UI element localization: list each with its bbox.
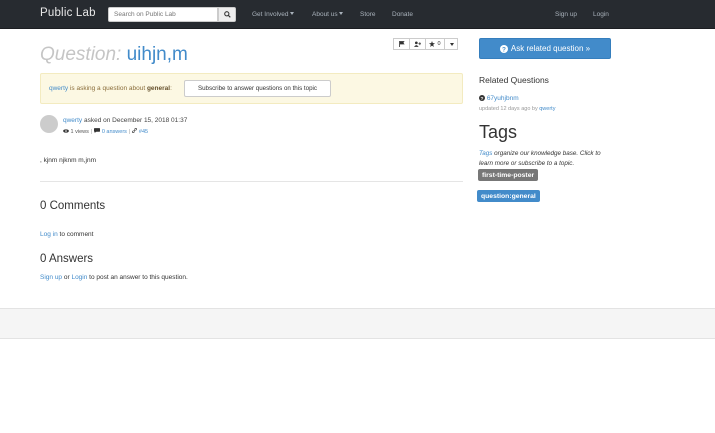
question-circle-icon: ? [499,44,508,53]
follow-button[interactable] [409,38,426,50]
search-button[interactable] [218,7,236,22]
search-icon [223,11,231,18]
comments-heading: 0 Comments [40,200,106,212]
related-questions-heading: Related Questions [479,75,549,85]
eye-icon [63,129,69,133]
caret-down-icon [289,12,294,15]
question-circle-icon: ? [479,95,485,102]
alert-topic: general [146,85,171,92]
star-icon [429,41,436,47]
related-question-item[interactable]: ? 67yuhjbnm [479,95,519,102]
tags-heading: Tags [479,122,518,142]
caret-down-icon [338,12,343,15]
nav-about-us[interactable]: About us [312,11,343,18]
related-user-link[interactable]: qwerty [539,106,555,112]
nav-donate[interactable]: Donate [392,11,413,18]
like-button[interactable]: 0 [425,38,445,50]
page-title: Question: uihjn,m [40,44,188,66]
question-body: , kjnm njknm m,jnm [40,157,96,164]
login-link-2[interactable]: Login [71,274,87,281]
alert-user-link[interactable]: qwerty [49,85,68,92]
question-label: Question: [40,44,122,65]
caret-down-icon [449,42,454,46]
answers-link[interactable]: 0 answers [102,129,127,135]
brand-logo[interactable]: Public Lab [40,7,96,19]
like-count: 0 [437,41,441,47]
related-question-link[interactable]: 67yuhjbnm [487,95,519,102]
nav-store[interactable]: Store [360,11,376,18]
ask-related-question-button[interactable]: ? Ask related question » [479,38,611,59]
topic-alert: qwerty is asking a question about genera… [40,73,463,104]
views-count: 1 views [70,129,89,135]
footer [0,308,715,339]
avatar [40,115,58,133]
question-toolbar: 0 [393,38,458,50]
svg-text:?: ? [502,46,506,53]
flag-icon [398,41,405,47]
login-link[interactable]: Log in [40,231,58,238]
nav-login[interactable]: Login [593,11,609,18]
tag-first-time-poster[interactable]: first-time-poster [478,169,539,181]
answer-prompt: Sign up or Login to post an answer to th… [40,274,188,281]
comments-icon [94,128,101,133]
alert-text: qwerty is asking a question about genera… [49,85,172,92]
subscribe-button[interactable]: Subscribe to answer questions on this to… [184,80,331,97]
tag-question-general[interactable]: question:general [477,190,540,202]
author-link[interactable]: qwerty [63,117,82,124]
tags-description: Tags organize our knowledge base. Click … [479,150,601,167]
related-updated: updated 12 days ago by qwerty [479,106,556,112]
author-line: qwerty asked on December 15, 2018 01:37 [63,117,188,124]
link-icon [132,127,138,134]
svg-text:?: ? [481,96,484,101]
search-input[interactable] [108,7,218,22]
login-to-comment: Log in to comment [40,231,94,238]
signup-link[interactable]: Sign up [40,274,62,281]
top-navbar: Public Lab Get Involved About us Store D… [0,0,715,29]
stats-line: 1 views | 0 answers | #45 [63,127,148,135]
nav-get-involved[interactable]: Get Involved [252,11,294,18]
user-plus-icon [414,41,421,47]
question-name[interactable]: uihjn,m [127,44,188,65]
tags-link[interactable]: Tags [479,150,492,157]
divider [40,181,463,182]
node-link[interactable]: #45 [139,129,148,135]
answers-heading: 0 Answers [40,253,94,265]
toolbar-dropdown[interactable] [444,38,458,50]
nav-signup[interactable]: Sign up [555,11,577,18]
flag-button[interactable] [393,38,410,50]
